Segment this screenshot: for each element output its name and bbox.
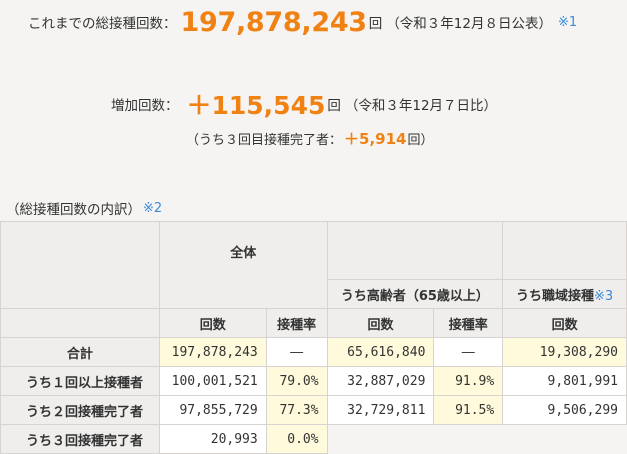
cell-workplace-count: 19,308,290: [502, 337, 627, 367]
cell-all-count: 100,001,521: [158, 366, 267, 396]
col-all-count: 回数: [158, 308, 267, 338]
cell-all-rate: 79.0%: [265, 366, 328, 396]
total-value: 197,878,243: [180, 6, 368, 38]
group-workplace-header: うち職域接種※3: [502, 279, 627, 309]
cell-workplace-count: 9,801,991: [502, 366, 627, 396]
cell-all-count: 20,993: [158, 424, 267, 454]
total-date: （令和３年12月８日公表）: [386, 16, 552, 32]
breakdown-title: （総接種回数の内訳）: [6, 202, 141, 218]
col-elderly-rate: 接種率: [433, 308, 504, 338]
cell-elderly-rate: 91.5%: [433, 395, 504, 425]
increase-label: 増加回数：: [111, 98, 179, 114]
third-dose-value: ＋5,914: [344, 129, 407, 148]
row-label: 合計: [0, 337, 160, 367]
col-all-rate: 接種率: [265, 308, 328, 338]
third-dose-increase-line: （うち３回目接種完了者： ＋5,914 回）: [186, 127, 433, 149]
table-row: うち１回以上接種者 100,001,521 79.0% 32,887,029 9…: [0, 366, 627, 396]
total-label: これまでの総接種回数：: [28, 16, 177, 32]
breakdown-heading: （総接種回数の内訳） ※2: [6, 197, 162, 219]
cell-all-count: 97,855,729: [158, 395, 267, 425]
note-1-link[interactable]: ※1: [558, 15, 577, 30]
cell-elderly-rate: ―: [433, 337, 504, 367]
table-corner-2: [0, 308, 160, 338]
total-unit: 回: [368, 16, 383, 32]
row-label: うち３回接種完了者: [0, 424, 160, 454]
note-3-link[interactable]: ※3: [594, 289, 613, 304]
third-dose-open: （うち３回目接種完了者：: [186, 132, 343, 148]
table-row: うち３回接種完了者 20,993 0.0%: [0, 424, 627, 454]
cell-all-rate: ―: [265, 337, 328, 367]
col-workplace-count: 回数: [502, 308, 627, 338]
group-workplace-label: うち職域接種: [516, 288, 595, 304]
group-elderly-spacer: [326, 221, 504, 280]
third-dose-close: 回）: [407, 132, 434, 148]
increase-unit: 回: [327, 98, 341, 114]
table-row: 合計 197,878,243 ― 65,616,840 ― 19,308,290: [0, 337, 627, 367]
increase-date: （令和３年12月７日比）: [344, 98, 498, 114]
row-label: うち１回以上接種者: [0, 366, 160, 396]
cell-elderly-count: 32,729,811: [326, 395, 435, 425]
cell-elderly-count: 65,616,840: [326, 337, 435, 367]
cell-workplace-count: 9,506,299: [502, 395, 627, 425]
group-elderly-header: うち高齢者（65歳以上）: [326, 279, 504, 309]
col-elderly-count: 回数: [326, 308, 435, 338]
group-all-header: 全体: [158, 221, 328, 309]
cell-all-count: 197,878,243: [158, 337, 267, 367]
vaccination-breakdown-table: 全体 うち高齢者（65歳以上） うち職域接種※3 回数 接種率 回数 接種率 回…: [0, 221, 627, 454]
row-label: うち２回接種完了者: [0, 395, 160, 425]
cell-elderly-rate: 91.9%: [433, 366, 504, 396]
increase-line: 増加回数： ＋115,545 回 （令和３年12月７日比）: [111, 86, 497, 122]
group-workplace-spacer: [502, 221, 627, 280]
increase-value: ＋115,545: [186, 91, 326, 120]
cell-all-rate: 0.0%: [265, 424, 328, 454]
table-corner: [0, 221, 160, 309]
total-vaccinations-line: これまでの総接種回数： 197,878,243 回 （令和３年12月８日公表） …: [28, 2, 577, 42]
empty-cell: [327, 424, 627, 454]
cell-all-rate: 77.3%: [265, 395, 328, 425]
table-row: うち２回接種完了者 97,855,729 77.3% 32,729,811 91…: [0, 395, 627, 425]
note-2-link[interactable]: ※2: [143, 201, 162, 216]
cell-elderly-count: 32,887,029: [326, 366, 435, 396]
